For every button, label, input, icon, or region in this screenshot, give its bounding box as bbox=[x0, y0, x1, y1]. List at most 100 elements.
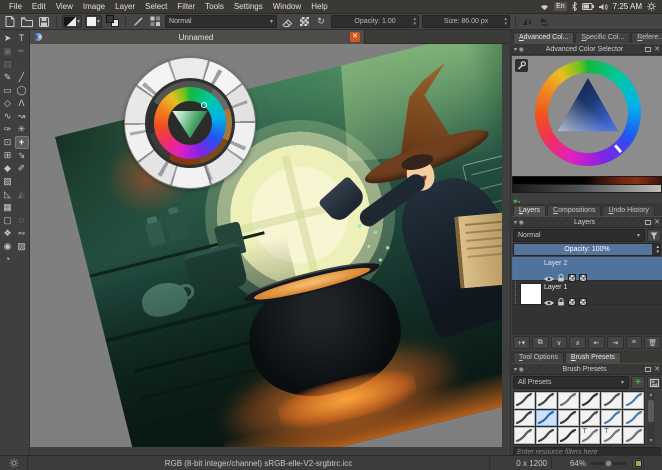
add-preset-button[interactable]: + bbox=[631, 376, 645, 389]
brush-preset[interactable] bbox=[623, 409, 644, 427]
ellipse-select-tool[interactable]: ◌ bbox=[15, 214, 29, 227]
edit-shapes-tool[interactable]: ▣ bbox=[1, 45, 15, 58]
mirror-horizontal-button[interactable] bbox=[521, 15, 535, 28]
clock[interactable]: 7:25 AM bbox=[613, 2, 642, 11]
fit-canvas-button[interactable] bbox=[632, 457, 644, 469]
popup-palette[interactable] bbox=[124, 57, 256, 189]
brush-preset[interactable] bbox=[535, 409, 557, 427]
choose-brush-preset-button[interactable] bbox=[148, 15, 162, 28]
shade-selector[interactable] bbox=[512, 176, 662, 193]
text-tool[interactable]: T bbox=[15, 32, 29, 45]
crop-tool[interactable]: ⊡ bbox=[1, 136, 15, 149]
volume-icon[interactable] bbox=[598, 3, 608, 11]
opacity-spin-arrows[interactable]: ▴ ▾ bbox=[656, 244, 659, 255]
brush-preset[interactable] bbox=[514, 427, 535, 444]
brush-preset[interactable] bbox=[623, 427, 644, 444]
line-tool[interactable]: ╱ bbox=[15, 71, 29, 84]
brush-preset[interactable] bbox=[579, 409, 601, 427]
move-layer-left-button[interactable]: ⇤ bbox=[588, 336, 605, 349]
menu-item[interactable]: File bbox=[4, 0, 27, 14]
menu-item[interactable]: Layer bbox=[110, 0, 140, 14]
grid-tool[interactable]: ▦ bbox=[1, 201, 15, 214]
multibrush-tool[interactable]: ✳ bbox=[15, 123, 29, 136]
scrollbar-thumb[interactable] bbox=[648, 400, 654, 422]
docker-collapse-icon[interactable]: ▾ ◉ bbox=[511, 366, 527, 373]
bezier-curve-tool[interactable]: ∿ bbox=[1, 110, 15, 123]
battery-icon[interactable] bbox=[581, 3, 594, 10]
layer-properties-button[interactable]: ≡ bbox=[625, 336, 643, 349]
move-layer-down-button[interactable]: ∨ bbox=[550, 336, 568, 349]
bezier-select-tool[interactable]: ◔ bbox=[1, 253, 15, 266]
blending-mode-select[interactable]: Normal ▾ bbox=[165, 15, 278, 28]
scroll-up-icon[interactable]: ▲ bbox=[647, 391, 655, 399]
docker-collapse-icon[interactable]: ▾ ◉ bbox=[511, 219, 527, 226]
menu-item[interactable]: Edit bbox=[27, 0, 51, 14]
dynamic-brush-tool[interactable]: ✑ bbox=[1, 123, 15, 136]
visibility-icon[interactable] bbox=[544, 293, 554, 311]
assistants-tool[interactable]: ◺ bbox=[1, 188, 15, 201]
keyboard-indicator[interactable]: En bbox=[554, 2, 567, 11]
ellipse-tool[interactable]: ◯ bbox=[15, 84, 29, 97]
freehand-path-tool[interactable]: ↝ bbox=[15, 110, 29, 123]
brush-preset[interactable] bbox=[623, 392, 644, 409]
lock-icon[interactable] bbox=[557, 293, 565, 311]
scroll-down-icon[interactable]: ▼ bbox=[647, 437, 655, 445]
new-document-button[interactable] bbox=[3, 15, 17, 28]
float-docker-icon[interactable] bbox=[645, 46, 652, 52]
measure-tool[interactable]: ⇘ bbox=[15, 149, 29, 162]
mirror-vertical-button[interactable] bbox=[538, 15, 552, 28]
float-docker-icon[interactable] bbox=[645, 219, 652, 225]
bluetooth-icon[interactable] bbox=[571, 2, 577, 11]
brush-preset[interactable] bbox=[514, 409, 535, 427]
transform-tool[interactable]: ⊞ bbox=[1, 149, 15, 162]
hue-ring[interactable] bbox=[535, 60, 641, 166]
opacity-spinbox[interactable]: Opacity: 1.00 ▴ ▾ bbox=[331, 15, 420, 28]
inherit-alpha-icon[interactable] bbox=[579, 298, 587, 306]
zoom-slider[interactable] bbox=[591, 459, 627, 467]
layer-row[interactable]: Layer 1 bbox=[512, 281, 662, 306]
canvas[interactable]: ▲ ▼ bbox=[30, 44, 502, 447]
selection-mode-icon[interactable] bbox=[0, 456, 28, 470]
gradient-chooser-button[interactable]: ▾ bbox=[62, 15, 83, 28]
shade-strip[interactable] bbox=[513, 177, 661, 184]
advanced-color-selector[interactable] bbox=[512, 56, 662, 176]
shade-strip[interactable] bbox=[513, 185, 661, 192]
brush-preset[interactable] bbox=[579, 392, 601, 409]
spin-arrows[interactable]: ▴ ▾ bbox=[505, 17, 508, 27]
color-selector-settings-button[interactable] bbox=[515, 59, 528, 72]
layer-row[interactable]: Layer 2 bbox=[512, 257, 662, 282]
menu-item[interactable]: Settings bbox=[229, 0, 268, 14]
polyline-tool[interactable]: Λ bbox=[15, 97, 29, 110]
gradient-tool[interactable]: ▧ bbox=[1, 175, 15, 188]
artistic-text-tool[interactable]: ▤ bbox=[1, 58, 15, 71]
preset-display-options-button[interactable] bbox=[647, 376, 661, 389]
fg-bg-colors-button[interactable] bbox=[105, 15, 120, 28]
fill-tool[interactable]: ◆ bbox=[1, 162, 15, 175]
menu-item[interactable]: Filter bbox=[172, 0, 200, 14]
spin-arrows[interactable]: ▴ ▾ bbox=[414, 17, 417, 27]
docker-tab[interactable]: Layers bbox=[513, 205, 547, 216]
docker-tab[interactable]: Refere... bbox=[631, 32, 662, 43]
shape-select-tool[interactable]: ➤ bbox=[1, 32, 15, 45]
edit-brush-settings-button[interactable] bbox=[131, 15, 145, 28]
size-spinbox[interactable]: Size: 86.00 px ▴ ▾ bbox=[422, 15, 511, 28]
move-tool[interactable]: + bbox=[14, 136, 29, 149]
move-layer-up-button[interactable]: ∧ bbox=[569, 336, 586, 349]
add-layer-button[interactable]: +▾ bbox=[513, 336, 530, 349]
preserve-alpha-button[interactable] bbox=[297, 15, 311, 28]
calligraphy-tool[interactable]: ✒ bbox=[15, 45, 29, 58]
menu-item[interactable]: Help bbox=[306, 0, 332, 14]
document-tab[interactable]: Unnamed ✕ bbox=[30, 30, 365, 44]
freehand-select-tool[interactable]: ∾ bbox=[15, 227, 29, 240]
reload-preset-button[interactable]: ↻ bbox=[314, 15, 328, 28]
open-document-button[interactable] bbox=[20, 15, 34, 28]
brush-preset[interactable] bbox=[557, 427, 579, 444]
brush-preset[interactable] bbox=[601, 392, 623, 409]
color-sampler-tool[interactable]: ✐ bbox=[15, 162, 29, 175]
menu-item[interactable]: Select bbox=[140, 0, 172, 14]
perspective-grid-tool[interactable]: ◭ bbox=[15, 188, 29, 201]
docker-tab[interactable]: Undo History bbox=[602, 205, 655, 216]
menu-item[interactable]: View bbox=[51, 0, 78, 14]
zoom-slider-handle[interactable] bbox=[605, 459, 612, 467]
similar-select-tool[interactable]: ▨ bbox=[15, 240, 29, 253]
